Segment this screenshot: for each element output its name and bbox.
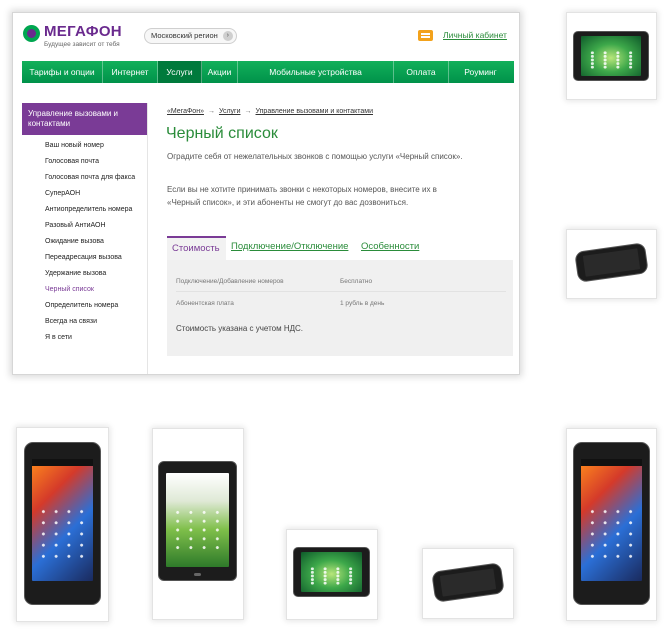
status-bar [580, 459, 643, 467]
device-screen [165, 472, 230, 568]
megafon-logo-icon [23, 25, 40, 42]
region-selector[interactable]: Московский регион › [144, 28, 237, 44]
breadcrumb-separator: → [244, 108, 252, 115]
chevron-down-icon: › [222, 31, 233, 41]
status-bar [31, 459, 94, 467]
nav-item-mobile-devices[interactable]: Мобильные устройства [238, 61, 394, 83]
sidebar-item-always-connected[interactable]: Всегда на связи [45, 317, 145, 326]
nav-item-services[interactable]: Услуги [158, 61, 202, 83]
tablet-image [158, 461, 237, 581]
device-screen [582, 248, 641, 277]
sidebar: Управление вызовами и контактами Ваш нов… [22, 103, 148, 374]
phone-image [574, 242, 649, 283]
smartphone-image [573, 442, 650, 605]
page-title: Черный список [166, 125, 278, 142]
sidebar-item-caller-id[interactable]: Определитель номера [45, 301, 145, 310]
table-divider [176, 291, 506, 292]
price-row-value: Бесплатно [340, 278, 373, 285]
device-thumbnail[interactable] [17, 428, 108, 621]
sidebar-item-blacklist[interactable]: Черный список [45, 285, 145, 294]
device-thumbnail[interactable] [287, 530, 377, 619]
logo-name: МЕГАФОН [44, 23, 122, 40]
sidebar-item-call-forwarding[interactable]: Переадресация вызова [45, 253, 145, 262]
description-paragraph: Если вы не хотите принимать звонки с нек… [167, 185, 437, 207]
nav-item-tariffs[interactable]: Тарифы и опции [22, 61, 103, 83]
sidebar-menu: Ваш новый номер Голосовая почта Голосова… [45, 141, 145, 349]
device-thumbnail[interactable] [153, 429, 243, 619]
nav-item-roaming[interactable]: Роуминг [449, 61, 512, 83]
sidebar-item-call-waiting[interactable]: Ожидание вызова [45, 237, 145, 246]
sidebar-item-one-time-anti-aon[interactable]: Разовый АнтиАОН [45, 221, 145, 230]
price-row-name: Подключение/Добавление номеров [176, 278, 284, 285]
device-screen [439, 568, 497, 597]
device-thumbnail[interactable] [423, 549, 513, 618]
price-row-name: Абонентская плата [176, 300, 234, 307]
device-screen [31, 459, 94, 582]
tab-cost[interactable]: Стоимость [167, 236, 226, 260]
nav-item-payment[interactable]: Оплата [394, 61, 449, 83]
phone-image [431, 562, 505, 603]
price-panel: Подключение/Добавление номеров Бесплатно… [167, 260, 513, 356]
service-tabs: Стоимость Подключение/Отключение Особенн… [167, 236, 515, 260]
app-icons [36, 505, 89, 562]
megafon-page-screenshot: МЕГАФОН Будущее зависит от тебя Московск… [13, 13, 519, 374]
megafon-logo[interactable]: МЕГАФОН Будущее зависит от тебя [23, 22, 148, 50]
tab-features[interactable]: Особенности [361, 236, 419, 260]
breadcrumb: «МегаФон» → Услуги → Управление вызовами и к… [167, 108, 373, 115]
tab-connection[interactable]: Подключение/Отключение [231, 236, 348, 260]
tablet-image [293, 547, 370, 597]
sidebar-item-fax-voicemail[interactable]: Голосовая почта для факса [45, 173, 145, 182]
breadcrumb-separator: → [207, 108, 215, 115]
app-icons [585, 505, 638, 562]
nav-item-internet[interactable]: Интернет [103, 61, 158, 83]
app-icons [170, 508, 225, 552]
nav-item-promotions[interactable]: Акции [202, 61, 238, 83]
home-button [193, 572, 202, 577]
sidebar-item-call-hold[interactable]: Удержание вызова [45, 269, 145, 278]
main-navigation: Тарифы и опции Интернет Услуги Акции Моб… [22, 61, 514, 83]
vat-note: Стоимость указана с учетом НДС. [176, 324, 304, 333]
device-screen [580, 459, 643, 582]
app-icons [305, 567, 358, 586]
smartphone-image [24, 442, 101, 605]
sidebar-item-super-aon[interactable]: СуперАОН [45, 189, 145, 198]
sidebar-item-anti-caller-id[interactable]: Антиопределитель номера [45, 205, 145, 214]
intro-paragraph: Оградите себя от нежелательных звонков с… [167, 152, 463, 161]
breadcrumb-item-home[interactable]: «МегаФон» [167, 108, 204, 115]
region-label: Московский регион [151, 31, 218, 40]
device-thumbnail[interactable] [567, 13, 656, 99]
tablet-image [573, 31, 649, 81]
sidebar-heading[interactable]: Управление вызовами и контактами [22, 103, 147, 135]
device-screen [580, 36, 642, 76]
device-thumbnail[interactable] [567, 429, 656, 620]
price-row-value: 1 рубль в день [340, 300, 385, 307]
app-icons [585, 51, 637, 70]
wallet-icon [418, 30, 433, 41]
sidebar-item-voicemail[interactable]: Голосовая почта [45, 157, 145, 166]
sidebar-item-new-number[interactable]: Ваш новый номер [45, 141, 145, 150]
breadcrumb-item-services[interactable]: Услуги [219, 108, 241, 115]
device-thumbnail[interactable] [567, 230, 656, 298]
logo-slogan: Будущее зависит от тебя [44, 41, 120, 48]
sidebar-item-i-am-online[interactable]: Я в сети [45, 333, 145, 342]
device-screen [300, 552, 363, 592]
personal-account-label: Личный кабинет [443, 30, 507, 40]
breadcrumb-item-call-management[interactable]: Управление вызовами и контактами [256, 108, 374, 115]
